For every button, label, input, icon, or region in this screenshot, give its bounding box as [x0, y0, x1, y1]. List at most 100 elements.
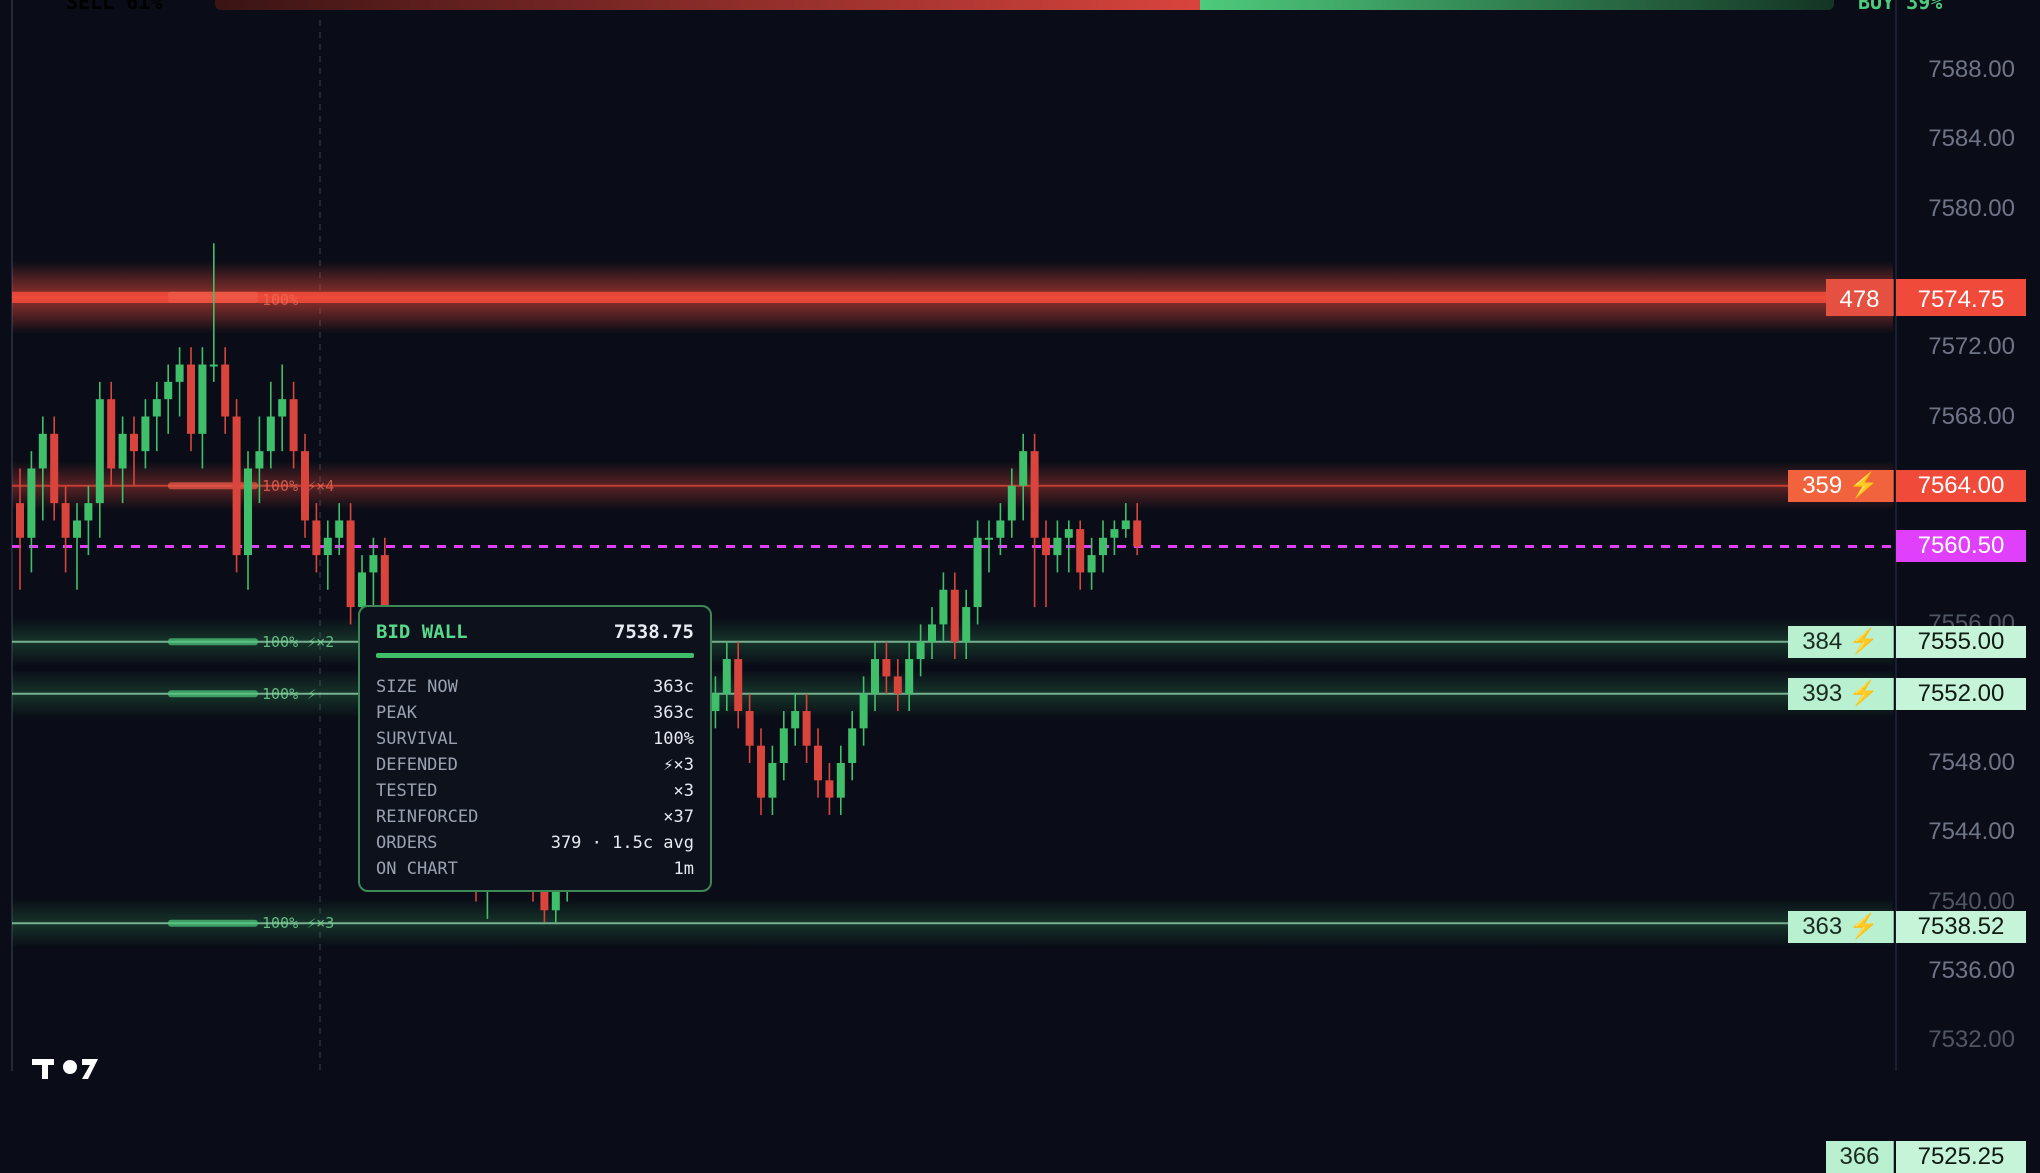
wall-price-tag: 7555.00 — [1896, 625, 2026, 658]
bear-candle — [1042, 537, 1050, 556]
bull-candle — [152, 399, 161, 417]
sentiment-bar: SELL 61% BUY 39% — [0, 0, 2040, 14]
tooltip-value: 1m — [673, 859, 694, 879]
bear-candle — [757, 745, 765, 798]
bear-candle — [802, 711, 811, 746]
bull-candle — [1019, 451, 1028, 486]
price-axis-label: 7580.00 — [1928, 194, 2015, 222]
bear-candle — [1133, 520, 1142, 547]
bull-candle — [244, 468, 252, 556]
bear-candle — [825, 780, 834, 798]
tooltip-row: ON CHART 1m — [376, 856, 694, 882]
bull-candle — [962, 607, 971, 642]
bear-candle — [1076, 529, 1085, 573]
price-axis-label: 7544.00 — [1928, 818, 2015, 846]
bull-candle — [1087, 555, 1096, 573]
bid-wall-tooltip: BID WALL 7538.75 SIZE NOW 363c PEAK 363c S… — [358, 605, 712, 892]
tooltip-row: SIZE NOW 363c — [376, 674, 694, 700]
price-axis-label: 7536.00 — [1928, 956, 2015, 984]
wall-size-tag: 393 ⚡ — [1788, 677, 1894, 710]
bull-candle — [255, 451, 264, 469]
bull-candle — [95, 399, 104, 504]
price-axis-label: 7588.00 — [1928, 56, 2015, 83]
wall-level-label: 100% ⚡ — [262, 684, 317, 703]
bull-candle — [859, 693, 868, 729]
tooltip-key: SURVIVAL — [376, 729, 458, 749]
bull-candle — [164, 381, 173, 400]
bear-candle — [107, 399, 116, 469]
tooltip-key: SIZE NOW — [376, 677, 458, 697]
candlestick-chart[interactable] — [0, 0, 2040, 1071]
bull-candle — [1110, 529, 1119, 538]
price-axis-label: 7572.00 — [1928, 333, 2015, 361]
bull-candle — [335, 520, 344, 538]
bull-candle — [175, 364, 184, 382]
bull-candle — [711, 693, 720, 712]
bull-candle — [27, 468, 36, 538]
bear-candle — [346, 520, 355, 608]
bear-candle — [61, 503, 70, 538]
bear-candle — [882, 659, 891, 677]
wall-size-tag: 478 — [1826, 283, 1894, 316]
bull-candle — [198, 364, 207, 434]
bear-candle — [950, 589, 959, 642]
bear-candle — [745, 711, 754, 746]
bear-candle — [130, 433, 138, 452]
bull-candle — [848, 728, 857, 763]
tooltip-key: ORDERS — [376, 833, 438, 853]
bear-candle — [50, 433, 59, 504]
bull-candle — [791, 711, 800, 729]
bear-candle — [187, 364, 195, 434]
bull-candle — [84, 503, 93, 521]
tooltip-row: SURVIVAL 100% — [376, 726, 694, 752]
bull-candle — [985, 537, 993, 540]
bull-candle — [1064, 529, 1073, 538]
logo-mark-icon — [32, 1059, 98, 1079]
tradingview-logo-icon[interactable] — [30, 1048, 110, 1088]
wall-strength-bar — [168, 690, 258, 698]
bull-candle — [1007, 485, 1016, 521]
wall-price-tag: 7574.75 — [1896, 283, 2026, 316]
buy-pressure-bar — [1200, 0, 1834, 10]
tooltip-price: 7538.75 — [613, 621, 694, 643]
wall-strength-bar — [168, 638, 258, 646]
bear-candle — [221, 364, 230, 417]
bull-candle — [939, 589, 948, 625]
bull-candle — [266, 416, 275, 452]
bull-candle — [73, 520, 81, 538]
tooltip-value: ×37 — [663, 807, 694, 827]
sell-percentage: SELL 61% — [66, 0, 163, 14]
wall-strength-bar — [168, 919, 258, 927]
bull-candle — [722, 659, 731, 694]
tooltip-row: PEAK 363c — [376, 700, 694, 726]
sell-pressure-bar — [215, 0, 1200, 10]
wall-price-tag: 7552.00 — [1896, 677, 2026, 710]
wall-size-tag: 366 — [1826, 1141, 1894, 1173]
bull-candle — [38, 433, 47, 469]
tooltip-row: ORDERS 379 · 1.5c avg — [376, 830, 694, 856]
tooltip-value: 363c — [653, 703, 694, 723]
price-axis-label: 7568.00 — [1928, 402, 2015, 430]
buy-percentage: BUY 39% — [1858, 0, 1943, 14]
tooltip-divider — [376, 653, 694, 658]
bear-candle — [1030, 451, 1039, 538]
wall-level-label: 100% ⚡×4 — [262, 476, 335, 495]
tooltip-row: DEFENDED ⚡×3 — [376, 752, 694, 778]
wall-level-label: 100% ⚡×3 — [262, 914, 335, 933]
tooltip-key: REINFORCED — [376, 807, 479, 827]
bear-candle — [16, 503, 24, 538]
bear-candle — [312, 520, 321, 556]
bull-candle — [141, 416, 150, 452]
bull-candle — [836, 763, 845, 798]
last-price-tag: 7560.50 — [1896, 530, 2026, 563]
chart-area[interactable] — [0, 0, 2040, 1071]
tooltip-value: 363c — [653, 677, 694, 697]
tooltip-value: 379 · 1.5c avg — [550, 833, 694, 853]
tooltip-row: REINFORCED ×37 — [376, 804, 694, 830]
bull-candle — [871, 659, 879, 694]
bull-candle — [768, 763, 777, 798]
bear-candle — [814, 745, 822, 781]
bear-candle — [893, 676, 902, 694]
bull-candle — [996, 520, 1005, 538]
tooltip-key: TESTED — [376, 781, 438, 801]
